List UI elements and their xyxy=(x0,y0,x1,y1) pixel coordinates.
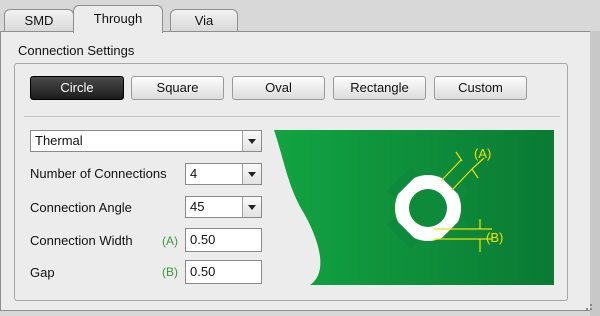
thermal-preview-diagram: (A) (B) xyxy=(274,130,554,285)
chevron-down-icon[interactable] xyxy=(242,197,261,217)
chevron-down-icon[interactable] xyxy=(242,164,261,184)
connection-width-label: Connection Width xyxy=(30,233,133,248)
connection-style-value: Thermal xyxy=(35,133,83,148)
gap-marker: (B) xyxy=(162,265,178,279)
panel-edge xyxy=(590,31,600,316)
shape-rectangle-button[interactable]: Rectangle xyxy=(333,76,426,100)
group-title: Connection Settings xyxy=(18,43,135,58)
connection-width-input[interactable]: 0.50 xyxy=(185,228,262,252)
connection-angle-label: Connection Angle xyxy=(30,200,132,215)
num-connections-select[interactable]: 4 xyxy=(185,163,262,185)
tab-via[interactable]: Via xyxy=(170,9,238,31)
tab-smd[interactable]: SMD xyxy=(4,9,74,31)
tab-strip: SMD Through Via xyxy=(0,0,600,33)
gap-label: Gap xyxy=(30,265,55,280)
connection-angle-value: 45 xyxy=(190,199,205,214)
connection-angle-select[interactable]: 45 xyxy=(185,196,262,218)
thermal-pad-icon xyxy=(386,166,470,250)
divider xyxy=(24,116,560,117)
num-connections-label: Number of Connections xyxy=(30,166,167,181)
label-b: (B) xyxy=(486,230,503,245)
connection-width-marker: (A) xyxy=(162,234,178,248)
num-connections-value: 4 xyxy=(190,166,198,181)
label-a: (A) xyxy=(474,146,491,161)
shape-oval-button[interactable]: Oval xyxy=(232,76,325,100)
tab-through[interactable]: Through xyxy=(73,5,163,33)
shape-circle-button[interactable]: Circle xyxy=(30,76,124,100)
shape-custom-button[interactable]: Custom xyxy=(434,76,527,100)
resize-grip-icon[interactable] xyxy=(580,302,594,312)
shape-square-button[interactable]: Square xyxy=(131,76,224,100)
chevron-down-icon[interactable] xyxy=(242,131,261,151)
gap-input[interactable]: 0.50 xyxy=(185,260,262,284)
connection-style-select[interactable]: Thermal xyxy=(30,130,262,152)
